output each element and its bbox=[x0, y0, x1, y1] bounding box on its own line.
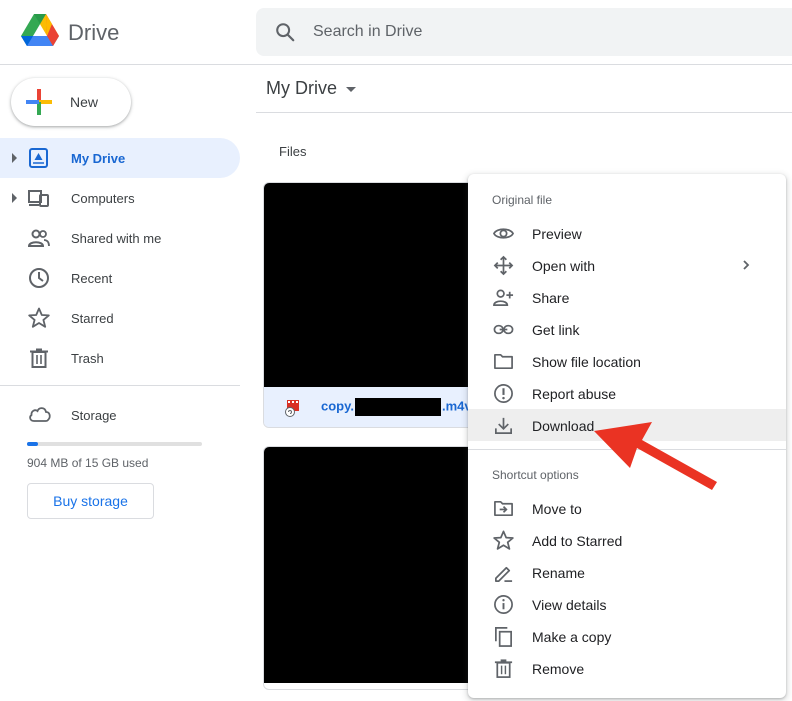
app-title: Drive bbox=[68, 20, 120, 45]
annotation-arrow-icon bbox=[594, 422, 717, 490]
menu-item-get-link[interactable]: Get link bbox=[468, 313, 786, 345]
link-icon bbox=[493, 324, 514, 335]
menu-item-label: Open with bbox=[532, 258, 596, 274]
sidebar-item-label: Recent bbox=[71, 271, 113, 286]
menu-item-open-with[interactable]: Open with bbox=[468, 249, 786, 281]
menu-item-view-details[interactable]: View details bbox=[468, 588, 786, 620]
file-name[interactable]: copy. .m4v bbox=[321, 398, 472, 416]
menu-item-rename[interactable]: Rename bbox=[468, 556, 786, 588]
file-name-prefix: copy. bbox=[321, 398, 354, 414]
info-icon bbox=[494, 595, 513, 614]
person-add-icon bbox=[493, 289, 514, 306]
sidebar-item-trash[interactable]: Trash bbox=[0, 338, 240, 378]
caret-down-icon[interactable] bbox=[346, 87, 356, 92]
buy-storage-button[interactable]: Buy storage bbox=[27, 483, 154, 519]
sidebar-item-label: Computers bbox=[71, 191, 135, 206]
trash-icon bbox=[494, 659, 513, 678]
sidebar-item-label: Trash bbox=[71, 351, 104, 366]
sidebar-item-label: My Drive bbox=[71, 151, 126, 166]
menu-item-label: Preview bbox=[532, 226, 582, 242]
cloud-icon bbox=[29, 407, 51, 422]
storage-label[interactable]: Storage bbox=[71, 408, 117, 423]
sidebar-item-label: Shared with me bbox=[71, 231, 162, 246]
computers-icon bbox=[28, 190, 49, 207]
menu-item-remove[interactable]: Remove bbox=[468, 652, 786, 684]
file-card-footer[interactable]: copy. .m4v bbox=[264, 387, 482, 427]
sidebar-item-computers[interactable]: Computers bbox=[0, 178, 240, 218]
redaction-box bbox=[355, 398, 441, 416]
storage-usage-text: 904 MB of 15 GB used bbox=[27, 456, 149, 470]
drive-logo-icon[interactable] bbox=[20, 13, 60, 49]
file-card[interactable] bbox=[263, 446, 483, 690]
copy-icon bbox=[495, 627, 512, 647]
menu-item-label: Move to bbox=[532, 501, 582, 517]
folder-icon bbox=[494, 353, 513, 370]
menu-item-label: Remove bbox=[532, 661, 585, 677]
new-button[interactable]: New bbox=[11, 78, 131, 126]
sidebar-item-shared-with-me[interactable]: Shared with me bbox=[0, 218, 240, 258]
menu-item-label: Make a copy bbox=[532, 629, 612, 645]
download-icon bbox=[495, 417, 512, 434]
search-icon[interactable] bbox=[274, 21, 296, 43]
menu-section-title: Original file bbox=[492, 193, 553, 207]
star-outline-icon bbox=[493, 530, 514, 550]
menu-item-label: Show file location bbox=[532, 354, 641, 370]
chevron-right-icon bbox=[743, 260, 750, 270]
expand-arrow-icon[interactable] bbox=[12, 193, 17, 203]
files-section-label: Files bbox=[279, 144, 307, 159]
drive-window: Drive Search in Drive New My Drive Compu… bbox=[0, 0, 792, 701]
menu-section-title: Shortcut options bbox=[492, 468, 579, 482]
main-divider bbox=[256, 112, 792, 113]
file-card[interactable]: copy. .m4v bbox=[263, 182, 483, 428]
header-divider bbox=[0, 64, 792, 65]
move-to-icon bbox=[494, 500, 513, 517]
clock-icon bbox=[29, 268, 49, 288]
menu-item-label: Rename bbox=[532, 565, 585, 581]
file-thumbnail[interactable] bbox=[264, 447, 482, 683]
pencil-icon bbox=[495, 566, 513, 582]
sidebar-item-starred[interactable]: Starred bbox=[0, 298, 240, 338]
menu-item-add-to-starred[interactable]: Add to Starred bbox=[468, 524, 786, 556]
menu-item-show-file-location[interactable]: Show file location bbox=[468, 345, 786, 377]
eye-icon bbox=[493, 228, 514, 239]
my-drive-icon bbox=[29, 148, 48, 168]
menu-item-label: Add to Starred bbox=[532, 533, 623, 549]
search-bar[interactable]: Search in Drive bbox=[256, 8, 792, 56]
expand-arrow-icon[interactable] bbox=[12, 153, 17, 163]
menu-item-label: Get link bbox=[532, 322, 580, 338]
menu-item-share[interactable]: Share bbox=[468, 281, 786, 313]
storage-progress-bar bbox=[27, 442, 202, 446]
file-thumbnail[interactable] bbox=[264, 183, 482, 387]
open-with-icon bbox=[493, 255, 514, 276]
search-input[interactable]: Search in Drive bbox=[313, 23, 422, 41]
star-icon bbox=[28, 307, 50, 328]
sidebar-item-my-drive[interactable]: My Drive bbox=[0, 138, 240, 178]
menu-item-preview[interactable]: Preview bbox=[468, 217, 786, 249]
plus-icon bbox=[26, 89, 52, 115]
video-file-icon bbox=[285, 400, 299, 417]
storage-progress-fill bbox=[27, 442, 38, 446]
shared-icon bbox=[28, 229, 50, 247]
menu-item-label: Share bbox=[532, 290, 570, 306]
menu-item-make-a-copy[interactable]: Make a copy bbox=[468, 620, 786, 652]
sidebar-item-label: Starred bbox=[71, 311, 114, 326]
sidebar-divider bbox=[0, 385, 240, 386]
menu-item-label: Download bbox=[532, 418, 595, 434]
menu-item-report-abuse[interactable]: Report abuse bbox=[468, 377, 786, 409]
breadcrumb[interactable]: My Drive bbox=[266, 78, 337, 99]
trash-icon bbox=[30, 348, 48, 368]
menu-item-label: View details bbox=[532, 597, 607, 613]
new-button-label: New bbox=[70, 94, 99, 110]
report-icon bbox=[494, 384, 513, 403]
menu-item-label: Report abuse bbox=[532, 386, 617, 402]
sidebar-item-recent[interactable]: Recent bbox=[0, 258, 240, 298]
